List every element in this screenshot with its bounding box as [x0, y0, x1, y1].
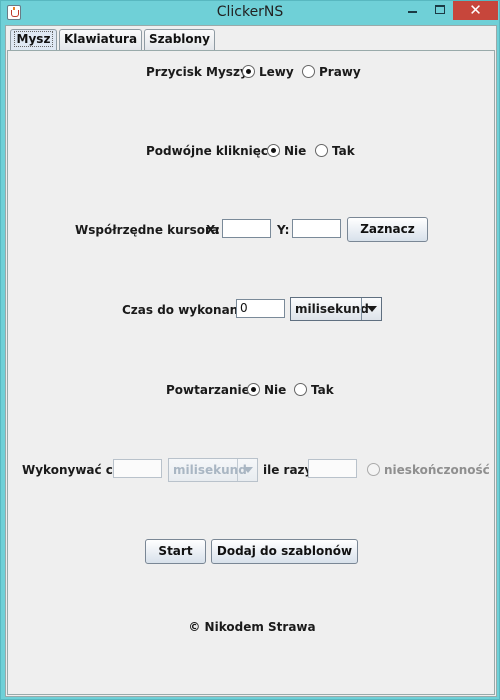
client-area: Mysz Klawiatura Szablony Przycisk Myszy … [5, 25, 497, 697]
close-button[interactable]: ✕ [453, 1, 498, 20]
radio-prawy[interactable] [302, 65, 315, 78]
minimize-button[interactable] [399, 1, 426, 20]
delay-label: Czas do wykonania [122, 303, 251, 317]
tab-szablony[interactable]: Szablony [144, 29, 215, 50]
interval-label: Wykonywać co [22, 463, 122, 477]
count-field[interactable] [308, 459, 357, 478]
radio-repeat-nie-label[interactable]: Nie [264, 383, 286, 397]
double-click-label: Podwójne kliknięcie [146, 144, 281, 158]
x-label: X: [206, 223, 221, 237]
app-window: ClickerNS ✕ Mysz Klawiatura Szablony Prz… [0, 0, 500, 700]
start-button[interactable]: Start [145, 539, 206, 564]
zaznacz-button[interactable]: Zaznacz [347, 217, 428, 242]
delay-unit-select[interactable]: milisekund [290, 297, 382, 321]
add-template-button[interactable]: Dodaj do szablonów [211, 539, 358, 564]
interval-unit-value: milisekund [173, 463, 247, 477]
radio-double-tak[interactable] [315, 144, 328, 157]
radio-repeat-tak[interactable] [294, 383, 307, 396]
repeat-label: Powtarzanie [166, 383, 250, 397]
radio-infinite-label[interactable]: nieskończoność [384, 463, 490, 477]
mouse-button-label: Przycisk Myszy [146, 65, 248, 79]
tab-mysz-label: Mysz [13, 31, 54, 47]
title-bar[interactable]: ClickerNS ✕ [1, 1, 499, 25]
y-label: Y: [277, 223, 290, 237]
y-field[interactable] [292, 219, 341, 238]
count-label: ile razy [263, 463, 313, 477]
chevron-down-icon[interactable] [361, 298, 381, 320]
radio-prawy-label[interactable]: Prawy [319, 65, 361, 79]
radio-double-tak-label[interactable]: Tak [332, 144, 355, 158]
radio-double-nie-label[interactable]: Nie [284, 144, 306, 158]
chevron-down-icon[interactable] [237, 459, 257, 481]
mouse-panel: Przycisk Myszy Lewy Prawy Podwójne klikn… [7, 50, 495, 695]
x-field[interactable] [222, 219, 271, 238]
interval-unit-select[interactable]: milisekund [168, 458, 258, 482]
radio-lewy-label[interactable]: Lewy [259, 65, 294, 79]
delay-field[interactable]: 0 [236, 299, 285, 318]
maximize-button[interactable] [426, 1, 453, 20]
tab-mysz[interactable]: Mysz [10, 29, 57, 51]
interval-field[interactable] [113, 459, 162, 478]
tab-klawiatura[interactable]: Klawiatura [59, 29, 142, 50]
close-icon: ✕ [469, 1, 482, 19]
maximize-icon [434, 5, 445, 14]
coords-label: Współrzędne kursora [75, 223, 219, 237]
copyright-text: © Nikodem Strawa [188, 620, 316, 634]
radio-double-nie[interactable] [267, 144, 280, 157]
delay-unit-value: milisekund [295, 302, 369, 316]
radio-lewy[interactable] [242, 65, 255, 78]
radio-repeat-nie[interactable] [247, 383, 260, 396]
radio-repeat-tak-label[interactable]: Tak [311, 383, 334, 397]
radio-infinite[interactable] [367, 463, 380, 476]
minimize-icon [408, 10, 417, 13]
